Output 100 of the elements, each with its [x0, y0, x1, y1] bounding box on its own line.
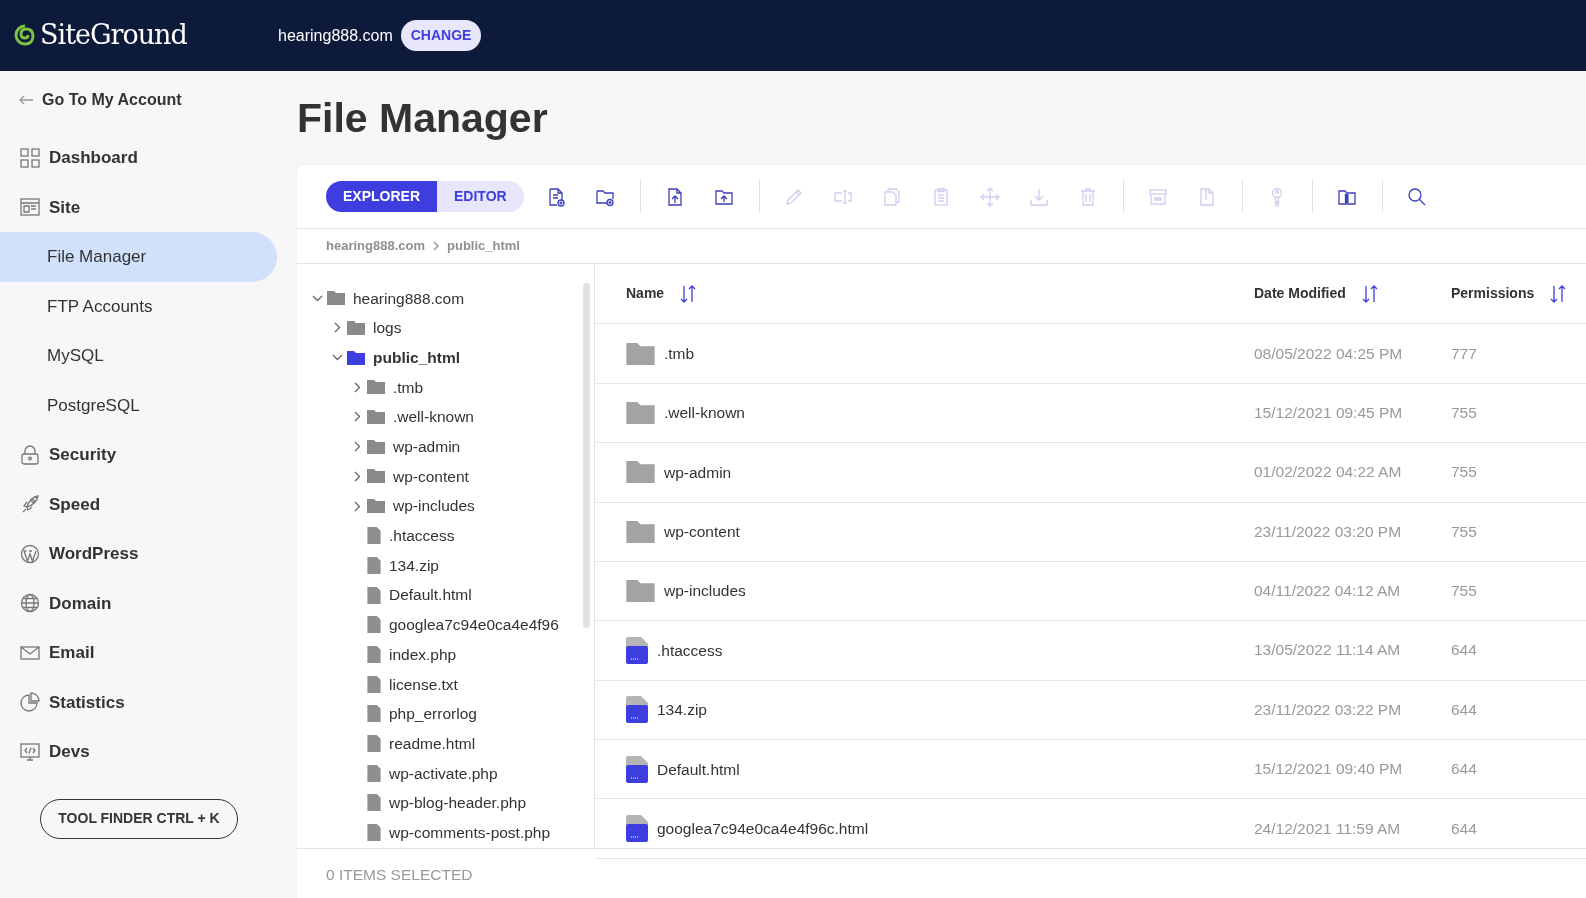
tree-item[interactable]: 134.zip: [297, 550, 583, 581]
nav-item[interactable]: PostgreSQL: [0, 380, 277, 430]
tree-item[interactable]: readme.html: [297, 728, 583, 759]
folder-icon: [626, 401, 655, 424]
sort-icon: [1550, 284, 1567, 303]
nav-item[interactable]: FTP Accounts: [0, 281, 277, 331]
folder-upload-icon: [714, 187, 735, 208]
permissions-value: 644: [1451, 641, 1477, 659]
date-modified: 13/05/2022 11:14 AM: [1254, 641, 1401, 659]
file-name[interactable]: wp-includes: [664, 579, 746, 603]
file-name[interactable]: 134.zip: [657, 698, 707, 722]
browser-window-icon: [20, 197, 40, 218]
nav-item[interactable]: Speed: [0, 479, 277, 529]
permissions-value: 755: [1451, 522, 1477, 540]
download-icon: [1029, 187, 1050, 208]
nav-item[interactable]: Dashboard: [0, 133, 277, 183]
search-icon: [1407, 187, 1428, 208]
file-name[interactable]: .well-known: [664, 401, 745, 425]
column-header[interactable]: Permissions: [1451, 283, 1535, 305]
file-name[interactable]: .tmb: [664, 341, 695, 366]
nav-item[interactable]: Domain: [0, 578, 277, 628]
date-modified: 04/11/2022 04:12 AM: [1254, 582, 1401, 600]
file-icon: [367, 616, 381, 634]
column-header[interactable]: Date Modified: [1254, 283, 1346, 305]
rocket-icon: [20, 494, 40, 515]
tree-item[interactable]: public_html: [297, 342, 583, 373]
tree-item[interactable]: wp-content: [297, 461, 583, 492]
date-modified: 23/11/2022 03:22 PM: [1254, 700, 1402, 718]
nav-item[interactable]: Site: [0, 182, 277, 232]
folder-icon: [327, 291, 345, 306]
view-tab[interactable]: EXPLORER: [326, 180, 437, 212]
file-icon: [367, 705, 381, 723]
file-name[interactable]: Default.html: [657, 757, 740, 781]
site-name: hearing888.com: [278, 25, 393, 46]
nav-item[interactable]: Security: [0, 430, 277, 480]
date-modified: 15/12/2021 09:45 PM: [1254, 403, 1403, 421]
file-icon: [626, 755, 648, 783]
permissions-value: 755: [1451, 582, 1477, 600]
file-icon: [367, 645, 381, 663]
file-icon: [367, 556, 381, 574]
tree-item[interactable]: hearing888.com: [297, 283, 583, 314]
pie-chart-icon: [20, 692, 40, 713]
tree-item[interactable]: wp-includes: [297, 491, 583, 521]
view-tab[interactable]: EDITOR: [437, 180, 524, 212]
file-icon: [367, 764, 381, 782]
file-name[interactable]: .htaccess: [657, 638, 723, 663]
archive-box-icon: [1148, 187, 1169, 208]
file-icon: [367, 586, 381, 604]
tree-item[interactable]: .well-known: [297, 402, 583, 432]
tree-item[interactable]: googlea7c94e0ca4e4f96: [297, 609, 583, 640]
selection-status: 0 ITEMS SELECTED: [326, 865, 473, 886]
file-icon: [367, 675, 381, 693]
tree-item[interactable]: php_errorlog: [297, 698, 583, 729]
file-icon: [367, 527, 381, 545]
nav-item[interactable]: Email: [0, 628, 277, 678]
tree-item[interactable]: .tmb: [297, 372, 583, 403]
logo-text: SiteGround: [40, 18, 187, 53]
date-modified: 24/12/2021 11:59 AM: [1254, 819, 1401, 837]
code-monitor-icon: [20, 741, 40, 762]
folder-icon: [367, 439, 385, 454]
folder-icon: [626, 342, 655, 365]
folder-icon: [626, 461, 655, 484]
tree-item[interactable]: wp-comments-post.php: [297, 817, 583, 848]
back-link[interactable]: Go To My Account: [0, 83, 280, 117]
wordpress-icon: [20, 543, 40, 564]
file-icon: [626, 637, 648, 664]
nav-item[interactable]: MySQL: [0, 331, 277, 381]
tree-item[interactable]: wp-activate.php: [297, 758, 583, 789]
tree-item[interactable]: Default.html: [297, 580, 583, 610]
tree-item[interactable]: .htaccess: [297, 520, 583, 551]
permissions-value: 644: [1451, 760, 1477, 778]
file-icon: [626, 696, 648, 724]
folder-info-icon: [1337, 187, 1358, 208]
nav-item[interactable]: Devs: [0, 727, 277, 777]
file-name[interactable]: googlea7c94e0ca4e4f96c.html: [657, 817, 869, 841]
nav-item[interactable]: File Manager: [0, 232, 277, 282]
chevron-right-icon: [433, 240, 439, 251]
folder-icon: [347, 350, 365, 365]
nav-item[interactable]: Statistics: [0, 677, 277, 727]
sort-icon: [680, 284, 697, 303]
folder-icon: [347, 320, 365, 335]
file-icon: [626, 815, 648, 843]
folder-icon: [626, 520, 655, 543]
column-header[interactable]: Name: [626, 283, 665, 305]
grid-icon: [20, 147, 40, 168]
tree-item[interactable]: wp-blog-header.php: [297, 788, 583, 818]
permissions-value: 777: [1451, 344, 1477, 362]
tree-item[interactable]: logs: [297, 313, 583, 343]
tree-item[interactable]: wp-admin: [297, 431, 583, 462]
file-icon: [367, 735, 381, 752]
folder-icon: [367, 380, 385, 395]
file-name[interactable]: wp-content: [664, 520, 740, 544]
tree-item[interactable]: index.php: [297, 639, 583, 670]
change-button[interactable]: CHANGE: [400, 20, 482, 51]
permissions-value: 755: [1451, 403, 1477, 421]
scrollbar[interactable]: [583, 283, 590, 629]
globe-icon: [20, 593, 40, 614]
file-name[interactable]: wp-admin: [664, 460, 732, 484]
nav-item[interactable]: WordPress: [0, 529, 277, 579]
tree-item[interactable]: license.txt: [297, 669, 583, 699]
